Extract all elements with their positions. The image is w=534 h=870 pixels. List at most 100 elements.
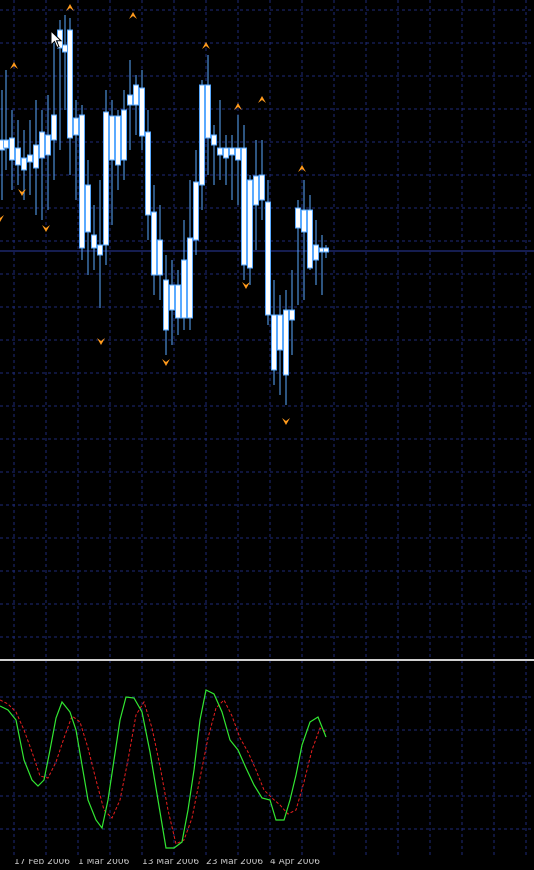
- candle-body: [45, 134, 51, 156]
- fractal-down-arrow-icon: [242, 282, 250, 289]
- candle: [51, 40, 57, 180]
- candle-body: [247, 179, 253, 269]
- candle: [85, 160, 91, 275]
- candle-body: [151, 211, 157, 276]
- candle: [289, 270, 295, 355]
- fractal-up-arrow-icon: [202, 42, 210, 49]
- candle-body: [223, 147, 229, 159]
- candle: [229, 135, 235, 200]
- candle-body: [187, 237, 193, 319]
- candle: [277, 295, 283, 395]
- candle: [307, 195, 313, 270]
- candle: [235, 115, 241, 205]
- candle: [253, 140, 259, 250]
- candle-body: [313, 244, 319, 261]
- chart-canvas[interactable]: [0, 0, 534, 870]
- candle: [187, 180, 193, 330]
- candle: [115, 110, 121, 190]
- candle-body: [277, 314, 283, 351]
- fractal-down-arrow-icon: [162, 359, 170, 366]
- candle-body: [181, 259, 187, 319]
- candle-body: [73, 117, 79, 136]
- candle: [241, 125, 247, 280]
- candle-body: [139, 87, 145, 137]
- candle: [319, 235, 325, 295]
- candle-body: [145, 131, 151, 216]
- fractal-up-arrow-icon: [66, 4, 74, 11]
- candle-body: [103, 111, 109, 246]
- candle: [21, 130, 27, 200]
- price-candles: [0, 15, 329, 405]
- candle: [145, 110, 151, 240]
- candle: [79, 105, 85, 260]
- candle-body: [229, 147, 235, 156]
- candle-body: [301, 209, 307, 233]
- indicator-signal-line: [0, 699, 327, 845]
- candle: [91, 205, 97, 270]
- candle: [193, 150, 199, 255]
- candle-body: [211, 134, 217, 146]
- fractal-down-arrow-icon: [0, 215, 4, 222]
- candle-body: [127, 94, 133, 106]
- candle: [217, 100, 223, 180]
- chart-window[interactable]: 17 Feb 2006 1 Mar 2006 13 Mar 2006 23 Ma…: [0, 0, 534, 870]
- candle-body: [259, 174, 265, 201]
- candle-body: [169, 284, 175, 311]
- candle-body: [33, 144, 39, 169]
- candle-body: [307, 209, 313, 269]
- candle: [139, 70, 145, 150]
- fractal-down-arrow-icon: [97, 338, 105, 345]
- candle-body: [295, 207, 301, 229]
- candle-body: [91, 234, 97, 249]
- candle: [181, 220, 187, 330]
- candle-body: [241, 147, 247, 266]
- candle: [295, 200, 301, 305]
- candle-body: [9, 137, 15, 161]
- stochastic-indicator: [0, 689, 327, 849]
- candle: [151, 185, 157, 295]
- candle-body: [271, 314, 277, 371]
- fractal-down-arrow-icon: [18, 189, 26, 196]
- candle-body: [27, 154, 33, 163]
- candle: [265, 180, 271, 325]
- candle-body: [175, 284, 181, 319]
- candle-body: [163, 279, 169, 331]
- candle-body: [157, 239, 163, 276]
- date-label-5: 4 Apr 2006: [270, 859, 320, 867]
- candle-body: [51, 114, 57, 141]
- candle: [121, 90, 127, 180]
- candle: [103, 90, 109, 265]
- fractal-up-arrow-icon: [129, 12, 137, 19]
- candle: [323, 245, 329, 258]
- mouse-pointer-icon: [50, 30, 63, 49]
- candle: [157, 205, 163, 300]
- candle: [3, 70, 9, 170]
- candle: [97, 180, 103, 308]
- fractal-down-arrow-icon: [282, 418, 290, 425]
- candle-body: [235, 147, 241, 161]
- date-label-2: 1 Mar 2006: [78, 859, 130, 867]
- indicator-main-line: [0, 689, 327, 849]
- candle-body: [283, 309, 289, 376]
- candle-body: [193, 181, 199, 241]
- candle: [211, 125, 217, 185]
- fractal-up-arrow-icon: [258, 96, 266, 103]
- candle-body: [39, 131, 45, 159]
- candle-body: [79, 114, 85, 249]
- fractal-down-arrow-icon: [42, 225, 50, 232]
- candle-body: [133, 84, 139, 106]
- date-label-1: 17 Feb 2006: [14, 859, 71, 867]
- candle: [67, 18, 73, 175]
- candle: [133, 75, 139, 135]
- candle-body: [67, 29, 73, 139]
- candle: [199, 80, 205, 210]
- date-label-4: 23 Mar 2006: [206, 859, 264, 867]
- candle: [271, 280, 277, 385]
- candle: [313, 220, 319, 285]
- date-label-3: 13 Mar 2006: [142, 859, 200, 867]
- candle-body: [115, 115, 121, 166]
- candle: [33, 100, 39, 215]
- candle: [27, 120, 33, 195]
- candle: [175, 270, 181, 335]
- candle-body: [199, 84, 205, 186]
